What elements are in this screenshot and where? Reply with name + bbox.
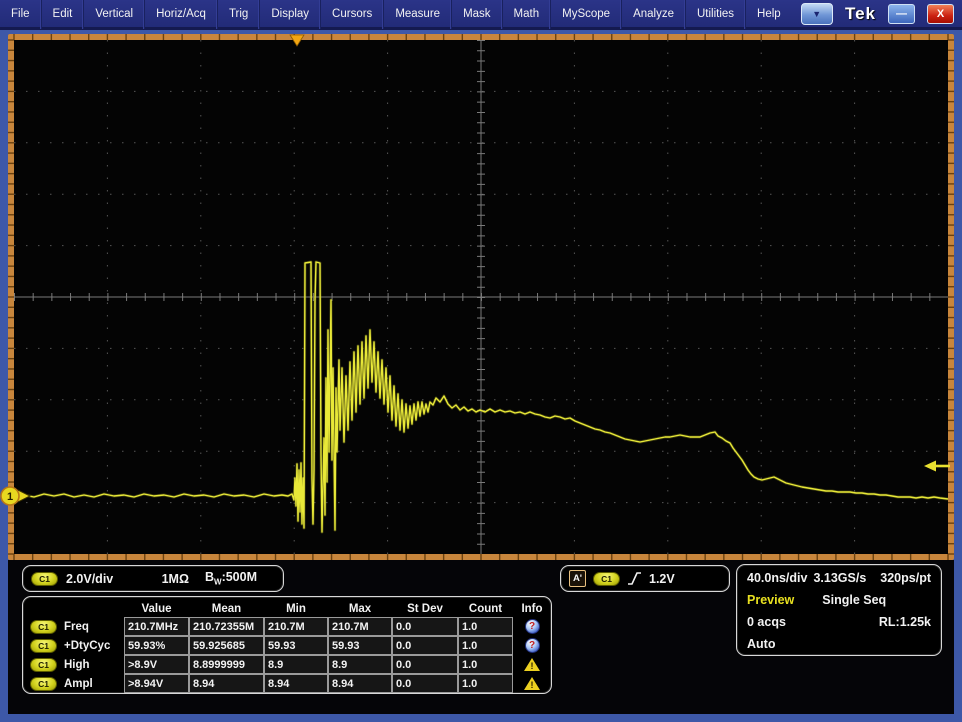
channel1-badge[interactable]: C1 bbox=[30, 677, 57, 691]
col-header-min: Min bbox=[264, 600, 328, 617]
channel-readout[interactable]: C1 2.0V/div 1MΩ BW:500M bbox=[22, 565, 284, 592]
channel1-marker-label: 1 bbox=[7, 491, 13, 503]
trigger-channel-badge: C1 bbox=[593, 572, 620, 586]
menu-measure[interactable]: Measure bbox=[384, 0, 452, 29]
meas-max: 59.93 bbox=[328, 636, 392, 655]
menu-analyze[interactable]: Analyze bbox=[622, 0, 686, 29]
col-header-count: Count bbox=[458, 600, 513, 617]
col-header-value: Value bbox=[124, 600, 189, 617]
acquisition-count: 0 acqs bbox=[747, 615, 786, 629]
info-icon[interactable] bbox=[525, 619, 540, 634]
input-impedance: 1MΩ bbox=[162, 572, 189, 586]
channel1-badge[interactable]: C1 bbox=[30, 620, 57, 634]
meas-stdev: 0.0 bbox=[392, 636, 458, 655]
sample-rate: 3.13GS/s bbox=[813, 571, 866, 585]
trigger-level: 1.2V bbox=[649, 572, 675, 586]
menu-file[interactable]: File bbox=[0, 0, 42, 29]
horizontal-readout[interactable]: 40.0ns/div 3.13GS/s 320ps/pt Preview Sin… bbox=[736, 564, 942, 656]
measurement-row-label: C1 Freq bbox=[28, 617, 124, 636]
meas-value: 210.7MHz bbox=[124, 617, 189, 636]
meas-mean: 8.8999999 bbox=[189, 655, 264, 674]
trigger-mode: Auto bbox=[747, 637, 775, 651]
meas-value: >8.9V bbox=[124, 655, 189, 674]
record-length: RL:1.25k bbox=[879, 615, 931, 629]
tek-logo: Tek bbox=[845, 4, 876, 24]
info-icon[interactable] bbox=[525, 638, 540, 653]
menu-math[interactable]: Math bbox=[503, 0, 552, 29]
col-header-stdev: St Dev bbox=[392, 600, 458, 617]
menu-horiz-acq[interactable]: Horiz/Acq bbox=[145, 0, 218, 29]
channel1-badge[interactable]: C1 bbox=[30, 658, 57, 672]
menu-vertical[interactable]: Vertical bbox=[84, 0, 145, 29]
trigger-readout[interactable]: A' C1 1.2V bbox=[560, 565, 730, 592]
menu-help[interactable]: Help bbox=[746, 0, 792, 29]
measurement-row-label: C1 Ampl bbox=[28, 674, 124, 693]
waveform-display: 1 bbox=[0, 30, 962, 560]
meas-mean: 210.72355M bbox=[189, 617, 264, 636]
meas-value: >8.94V bbox=[124, 674, 189, 693]
rising-edge-icon bbox=[627, 571, 642, 586]
menu-overflow-button[interactable]: ▼ bbox=[801, 3, 833, 25]
menu-myscope[interactable]: MyScope bbox=[551, 0, 622, 29]
meas-value: 59.93% bbox=[124, 636, 189, 655]
close-button[interactable]: X bbox=[927, 4, 954, 24]
minimize-icon: — bbox=[896, 8, 907, 20]
meas-min: 8.9 bbox=[264, 655, 328, 674]
menu-utilities[interactable]: Utilities bbox=[686, 0, 746, 29]
bandwidth-limit: BW:500M bbox=[205, 570, 257, 587]
warning-icon[interactable] bbox=[524, 677, 540, 691]
measurement-row-label: C1 High bbox=[28, 655, 124, 674]
menu-trig[interactable]: Trig bbox=[218, 0, 260, 29]
trigger-source-badge: A' bbox=[569, 570, 586, 587]
chevron-down-icon: ▼ bbox=[812, 9, 821, 19]
channel1-badge: C1 bbox=[31, 572, 58, 586]
measurement-panel: Value Mean Min Max St Dev Count Info C1 … bbox=[22, 596, 552, 694]
meas-count: 1.0 bbox=[458, 655, 513, 674]
col-header-max: Max bbox=[328, 600, 392, 617]
meas-mean: 8.94 bbox=[189, 674, 264, 693]
titlebar-controls: Tek — X bbox=[845, 4, 962, 24]
meas-mean: 59.925685 bbox=[189, 636, 264, 655]
acquisition-state: Preview bbox=[747, 593, 794, 607]
meas-stdev: 0.0 bbox=[392, 655, 458, 674]
measurement-table: Value Mean Min Max St Dev Count Info C1 … bbox=[28, 600, 546, 693]
resolution: 320ps/pt bbox=[880, 571, 931, 585]
meas-min: 59.93 bbox=[264, 636, 328, 655]
meas-min: 8.94 bbox=[264, 674, 328, 693]
oscilloscope-window: File Edit Vertical Horiz/Acq Trig Displa… bbox=[0, 0, 962, 722]
meas-count: 1.0 bbox=[458, 617, 513, 636]
meas-max: 210.7M bbox=[328, 617, 392, 636]
meas-count: 1.0 bbox=[458, 636, 513, 655]
meas-stdev: 0.0 bbox=[392, 617, 458, 636]
meas-max: 8.9 bbox=[328, 655, 392, 674]
warning-icon[interactable] bbox=[524, 658, 540, 672]
meas-stdev: 0.0 bbox=[392, 674, 458, 693]
status-panel: C1 2.0V/div 1MΩ BW:500M A' C1 1.2V 40.0n… bbox=[8, 560, 954, 714]
timebase: 40.0ns/div bbox=[747, 571, 807, 585]
col-header-info: Info bbox=[513, 600, 551, 617]
menu-display[interactable]: Display bbox=[260, 0, 321, 29]
col-header-mean: Mean bbox=[189, 600, 264, 617]
minimize-button[interactable]: — bbox=[888, 4, 915, 24]
close-icon: X bbox=[937, 8, 944, 20]
menu-bar: File Edit Vertical Horiz/Acq Trig Displa… bbox=[0, 0, 962, 30]
menu-edit[interactable]: Edit bbox=[42, 0, 85, 29]
menu-mask[interactable]: Mask bbox=[452, 0, 502, 29]
vertical-scale: 2.0V/div bbox=[66, 572, 113, 586]
measurement-row-label: C1 +DtyCyc bbox=[28, 636, 124, 655]
acquisition-mode: Single Seq bbox=[822, 593, 886, 607]
meas-count: 1.0 bbox=[458, 674, 513, 693]
meas-max: 8.94 bbox=[328, 674, 392, 693]
meas-min: 210.7M bbox=[264, 617, 328, 636]
channel1-badge[interactable]: C1 bbox=[30, 639, 57, 653]
menu-cursors[interactable]: Cursors bbox=[321, 0, 384, 29]
